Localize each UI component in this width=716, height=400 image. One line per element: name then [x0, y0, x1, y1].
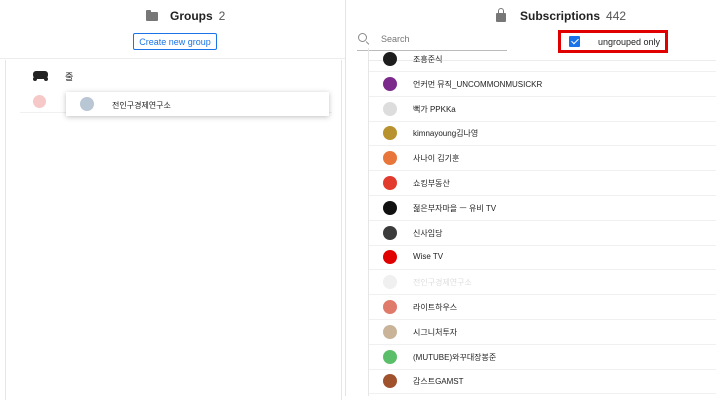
subscriptions-count: 442	[606, 9, 627, 23]
ungrouped-only-checkbox[interactable]	[569, 36, 580, 47]
channel-avatar	[383, 176, 397, 190]
subscription-item[interactable]: 감스트GAMST	[369, 369, 716, 395]
avatar	[80, 97, 94, 111]
channel-name: 전인구경제연구소	[413, 278, 472, 288]
subscription-item[interactable]: 조흥준식	[369, 47, 716, 72]
channel-name: 조흥준식	[413, 55, 443, 64]
channel-avatar	[383, 349, 397, 364]
channel-avatar	[383, 151, 397, 166]
groups-header: Groups 2	[146, 9, 225, 23]
subscription-item[interactable]: 시그니처투자	[369, 320, 716, 345]
channel-name: 라이트하우스	[413, 303, 458, 312]
channel-avatar	[383, 324, 397, 339]
group-row[interactable]	[0, 63, 340, 87]
gamepad-icon	[33, 71, 48, 81]
folder-icon	[146, 9, 158, 21]
search-input[interactable]	[381, 30, 501, 48]
create-new-group-button[interactable]: Create new group	[133, 33, 217, 50]
subscription-item[interactable]: 젊은부자마을 ㅡ 유비 TV	[369, 196, 716, 221]
group-name: 줄	[65, 72, 74, 82]
subscription-item[interactable]: 사나이 김기훈	[369, 146, 716, 172]
channel-avatar	[383, 101, 397, 116]
groups-title: Groups	[170, 9, 213, 23]
subscription-item[interactable]: 쇼킹부동산	[369, 171, 716, 196]
dragging-channel-name: 전인구경제연구소	[112, 101, 171, 110]
ungrouped-only-label: ungrouped only	[598, 37, 661, 47]
channel-name: Wise TV	[413, 252, 444, 262]
subscription-item[interactable]: 뻑가 PPKKa	[369, 97, 716, 122]
subscription-item[interactable]: 전인구경제연구소	[369, 270, 716, 296]
channel-avatar	[383, 250, 397, 265]
channel-avatar	[383, 126, 397, 141]
subscription-item[interactable]: kimnayoung김나영	[369, 121, 716, 147]
channel-avatar	[383, 52, 397, 66]
ghost-avatar	[33, 95, 46, 108]
channel-name: 신사임당	[413, 228, 443, 238]
subscription-item[interactable]: Wise TV	[369, 245, 716, 271]
search-icon	[358, 33, 367, 42]
channel-name: 젊은부자마을 ㅡ 유비 TV	[413, 203, 497, 213]
channel-name: 뻑가 PPKKa	[413, 104, 456, 114]
channel-avatar	[383, 225, 397, 240]
subscription-item[interactable]: 라이트하우스	[369, 295, 716, 320]
channel-name: 시그니처투자	[413, 327, 458, 337]
channel-name: 쇼킹부동산	[413, 179, 450, 188]
subscriptions-title: Subscriptions	[520, 9, 601, 23]
channel-avatar	[383, 374, 397, 389]
channel-name: 언커먼 뮤직_UNCOMMONMUSICKR	[413, 79, 543, 89]
channel-name: 사나이 김기훈	[413, 154, 460, 164]
channel-avatar	[383, 300, 397, 314]
channel-name: (MUTUBE)와꾸대장봉준	[413, 352, 497, 362]
channel-name: kimnayoung김나영	[413, 129, 479, 139]
divider	[0, 58, 345, 59]
panel-divider	[345, 0, 346, 396]
channel-name: 감스트GAMST	[413, 377, 464, 387]
subscription-item[interactable]: (MUTUBE)와꾸대장봉준	[369, 345, 716, 370]
groups-count: 2	[218, 9, 226, 23]
channel-avatar	[383, 200, 397, 215]
channel-avatar	[383, 76, 397, 91]
subscription-item[interactable]: 신사임당	[369, 221, 716, 246]
channel-avatar	[383, 275, 397, 290]
dragging-channel-item[interactable]: 전인구경제연구소	[66, 92, 329, 116]
subscriptions-header: Subscriptions 442	[496, 8, 627, 23]
subscription-item[interactable]: 언커먼 뮤직_UNCOMMONMUSICKR	[369, 72, 716, 97]
lock-icon	[496, 8, 506, 22]
